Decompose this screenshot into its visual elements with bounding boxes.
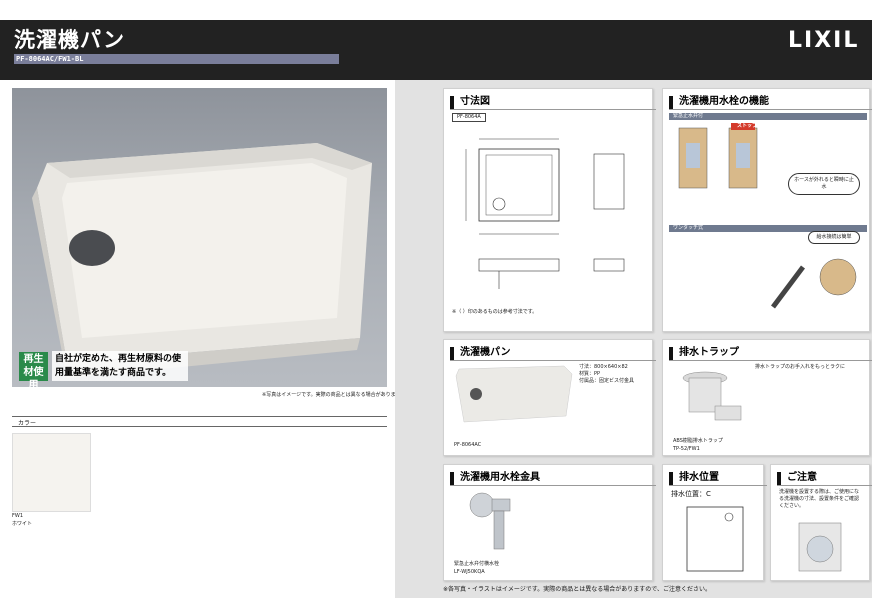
pan-size: 寸法：800×640×82 [579, 364, 628, 370]
caution-panel: ご注意 洗濯機を設置する際は、ご使用になる洗濯機の寸法、設置条件をご確認ください… [770, 464, 872, 581]
pan-illustration [455, 365, 573, 423]
washer-pan-panel: 洗濯機パン 寸法：800×640×82 材質：PP 付属品：固定ビス付金具 PF… [443, 339, 656, 456]
panel-title: 排水位置 [669, 471, 767, 486]
trap-text: 排水トラップのお手入れをもっとラクに [755, 364, 846, 370]
panel-title: ご注意 [777, 471, 872, 486]
dimensions-panel: 寸法図 PF-8064A ※（ ）印のあるものは参考寸法です。 [443, 88, 656, 332]
caution-text: 洗濯機を設置する際は、ご使用になる洗濯機の寸法、設置条件をご確認ください。 [779, 489, 860, 509]
trap-caption: ABS樹脂排水トラップ [673, 438, 723, 444]
product-photo [12, 88, 387, 387]
photo-note: ※写真はイメージです。実際の商品とは異なる場合があります。 [262, 392, 406, 398]
drain-position-value: 排水位置：C [671, 490, 711, 498]
faucet-model: LF-WJ50KQA [454, 569, 485, 575]
header-bar [0, 20, 872, 80]
swatch-code: FW1 [12, 513, 24, 519]
recycled-text: 自社が定めた、再生材原料の使用量基準を満たす商品です。 [52, 351, 188, 381]
pan-accessories: 付属品：固定ビス付金具 [579, 378, 635, 384]
product-code: PF-8064AC/FW1-BL [16, 55, 84, 63]
page-title: 洗濯機パン [14, 27, 126, 52]
trap-illustration [682, 371, 742, 421]
panel-title: 寸法図 [450, 95, 656, 110]
drain-position-panel: 排水位置 排水位置：C [662, 464, 767, 581]
dimension-drawing [465, 138, 625, 289]
faucet-function-panel: 洗濯機用水栓の機能 緊急止水弁付 ストップ ホースが外れると瞬時に止水 ワンタッ… [662, 88, 872, 332]
stop-label: ストップ [737, 123, 758, 129]
washer-illustration [798, 522, 842, 572]
one-touch-illustration [771, 258, 857, 309]
callout-hose: ホースが外れると瞬時に止水 [788, 173, 860, 195]
valve-illustration [678, 123, 758, 189]
pan-material: 材質：PP [579, 371, 601, 377]
color-swatch [12, 433, 91, 512]
page-footnote: ※各写真・イラストはイメージです。実際の商品とは異なる場合がありますので、ご注意… [443, 586, 711, 593]
divider [12, 416, 387, 417]
trap-model: TP-52/FW1 [673, 446, 700, 452]
panel-title: 洗濯機用水栓金具 [450, 471, 656, 486]
faucet-illustration [469, 492, 511, 550]
swatch-name: ホワイト [12, 521, 33, 527]
emergency-valve-label: 緊急止水弁付 [669, 113, 867, 120]
trap-panel: 排水トラップ 排水トラップのお手入れをもっとラクに ABS樹脂排水トラップ TP… [662, 339, 872, 456]
panel-title: 洗濯機パン [450, 346, 656, 361]
pan-caption: PF-8064AC [454, 442, 482, 448]
faucet-fitting-panel: 洗濯機用水栓金具 緊急止水弁付横水栓 LF-WJ50KQA [443, 464, 656, 581]
brand-logo: LIXIL [788, 28, 860, 53]
divider [12, 426, 387, 427]
panel-title: 洗濯機用水栓の機能 [669, 95, 872, 110]
faucet-caption: 緊急止水弁付横水栓 [454, 561, 500, 567]
dimensions-model: PF-8064A [452, 113, 486, 122]
recycled-badge: 再生材使用 [19, 352, 48, 391]
panel-title: 排水トラップ [669, 346, 872, 361]
dimensions-footnote: ※（ ）印のあるものは参考寸法です。 [452, 309, 538, 315]
drain-diagram [686, 506, 744, 572]
callout-connect: 給水接続は簡単 [808, 231, 860, 244]
